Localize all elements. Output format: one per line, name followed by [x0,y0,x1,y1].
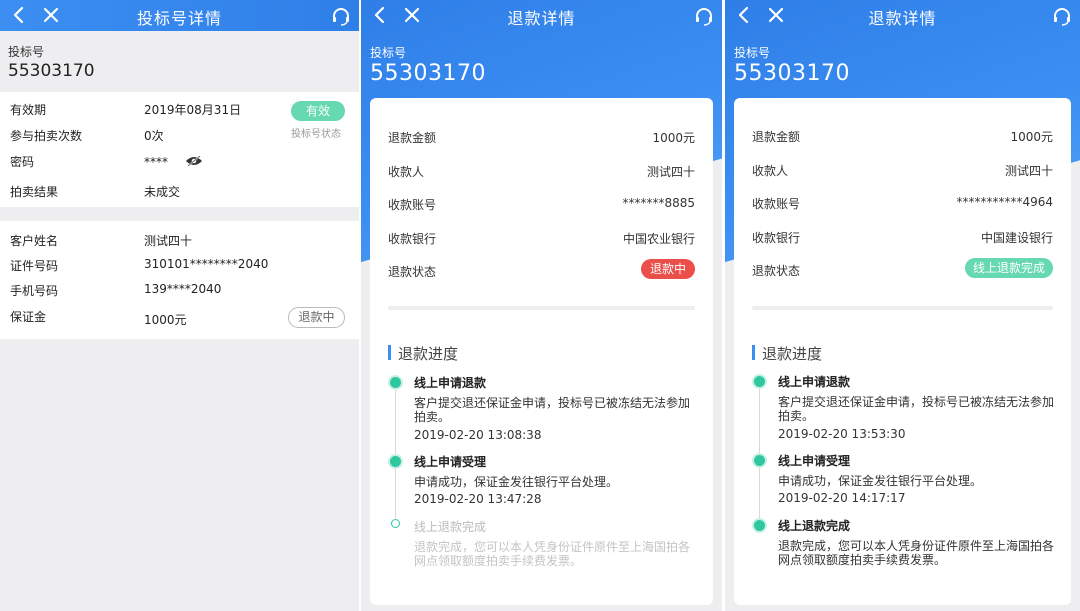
step-done-dot [390,377,401,388]
headset-support-icon[interactable] [1052,6,1072,26]
page-title: 退款详情 [868,9,937,28]
step-desc: 客户提交退还保证金申请，投标号已被冻结无法参加拍卖。 [414,396,691,424]
account-value: *******8885 [622,196,695,210]
step-desc: 客户提交退还保证金申请，投标号已被冻结无法参加拍卖。 [778,395,1055,423]
refund-status-badge: 退款中 [641,259,695,279]
id-number-value: 310101********2040 [144,257,269,271]
step-desc: 申请成功，保证金发往银行平台处理。 [414,475,619,489]
auction-result-value: 未成交 [144,185,181,199]
refund-status-label: 退款状态 [388,265,437,279]
bank-label: 收款银行 [388,232,437,246]
bid-label: 投标号 [8,45,45,59]
payee-label: 收款人 [752,164,789,178]
step-time: 2019-02-20 13:47:28 [414,492,542,506]
bid-number: 55303170 [8,61,95,81]
progress-title: 退款进度 [398,345,459,363]
payee-value: 测试四十 [646,165,695,179]
eye-hidden-icon[interactable] [185,155,203,167]
step-done-dot [390,456,401,467]
payee-label: 收款人 [388,165,425,179]
section-accent [388,345,391,360]
step-time: 2019-02-20 13:53:30 [778,427,906,441]
status-badge: 有效 [291,101,345,121]
step-desc: 申请成功，保证金发往银行平台处理。 [778,474,983,488]
phone-label: 手机号码 [10,284,59,298]
nav-bar: 退款详情 [361,0,722,31]
bid-number: 55303170 [734,61,850,86]
nav-bar: 投标号详情 [0,0,359,31]
account-value: ***********4964 [956,195,1053,209]
password-label: 密码 [10,155,35,169]
auction-result-label: 拍卖结果 [10,185,59,199]
bid-header: 投标号 55303170 [0,31,359,91]
progress-title: 退款进度 [762,345,823,363]
step-done-dot [754,376,765,387]
bid-label: 投标号 [734,46,771,60]
step-title: 线上申请受理 [414,455,487,469]
refund-detail-screen-completed: 退款详情 投标号 55303170 退款金额 1000元 收款人 测试四十 收款… [725,0,1080,611]
status-caption: 投标号状态 [291,129,341,140]
refund-amount-value: 1000元 [652,131,695,145]
auction-count-value: 0次 [144,129,164,143]
step-time: 2019-02-20 13:08:38 [414,428,542,442]
bank-value: 中国农业银行 [622,232,695,246]
refund-status-badge: 线上退款完成 [965,258,1053,278]
step-title: 线上退款完成 [778,519,851,533]
refund-amount-label: 退款金额 [752,130,801,144]
section-divider [388,306,695,310]
bank-label: 收款银行 [752,231,801,245]
step-time: 2019-02-20 14:17:17 [778,491,906,505]
customer-name-value: 测试四十 [144,234,193,248]
timeline-line [395,388,396,518]
page-title: 投标号详情 [136,9,222,28]
refund-amount-value: 1000元 [1010,130,1053,144]
step-title: 线上申请受理 [778,454,851,468]
bid-detail-screen: 投标号详情 投标号 55303170 有效期 2019年08月31日 参与拍卖次… [0,0,359,611]
customer-name-label: 客户姓名 [10,234,59,248]
bid-label: 投标号 [370,46,407,60]
refund-detail-screen-in-progress: 退款详情 投标号 55303170 退款金额 1000元 收款人 测试四十 收款… [361,0,722,611]
section-accent [752,345,755,360]
account-label: 收款账号 [388,198,437,212]
section-divider [752,306,1053,310]
deposit-value: 1000元 [144,313,187,327]
step-done-dot [754,520,765,531]
payee-value: 测试四十 [1004,164,1053,178]
refund-status-label: 退款状态 [752,264,801,278]
step-desc: 退款完成，您可以本人凭身份证件原件至上海国拍各网点领取额度拍卖手续费发票。 [414,540,691,568]
nav-bar: 退款详情 [725,0,1080,31]
step-done-dot [754,455,765,466]
bid-number: 55303170 [370,61,486,86]
refund-card: 退款金额 1000元 收款人 测试四十 收款账号 ***********4964… [734,98,1071,605]
headset-support-icon[interactable] [694,6,714,26]
headset-support-icon[interactable] [331,6,351,26]
id-number-label: 证件号码 [10,259,59,273]
page-title: 退款详情 [507,9,576,28]
deposit-label: 保证金 [10,310,47,324]
auction-count-label: 参与拍卖次数 [10,129,83,143]
phone-value: 139****2040 [144,282,222,296]
step-desc: 退款完成，您可以本人凭身份证件原件至上海国拍各网点领取额度拍卖手续费发票。 [778,539,1055,567]
step-title: 线上申请退款 [778,375,851,389]
step-title: 线上退款完成 [414,520,487,534]
password-value: **** [144,155,168,169]
refunding-button[interactable]: 退款中 [288,307,345,328]
refund-amount-label: 退款金额 [388,131,437,145]
step-title: 线上申请退款 [414,376,487,390]
bank-value: 中国建设银行 [980,231,1053,245]
refund-card: 退款金额 1000元 收款人 测试四十 收款账号 *******8885 收款银… [370,98,713,605]
step-pending-dot [391,519,400,528]
validity-value: 2019年08月31日 [144,103,242,117]
account-label: 收款账号 [752,197,801,211]
validity-label: 有效期 [10,103,47,117]
